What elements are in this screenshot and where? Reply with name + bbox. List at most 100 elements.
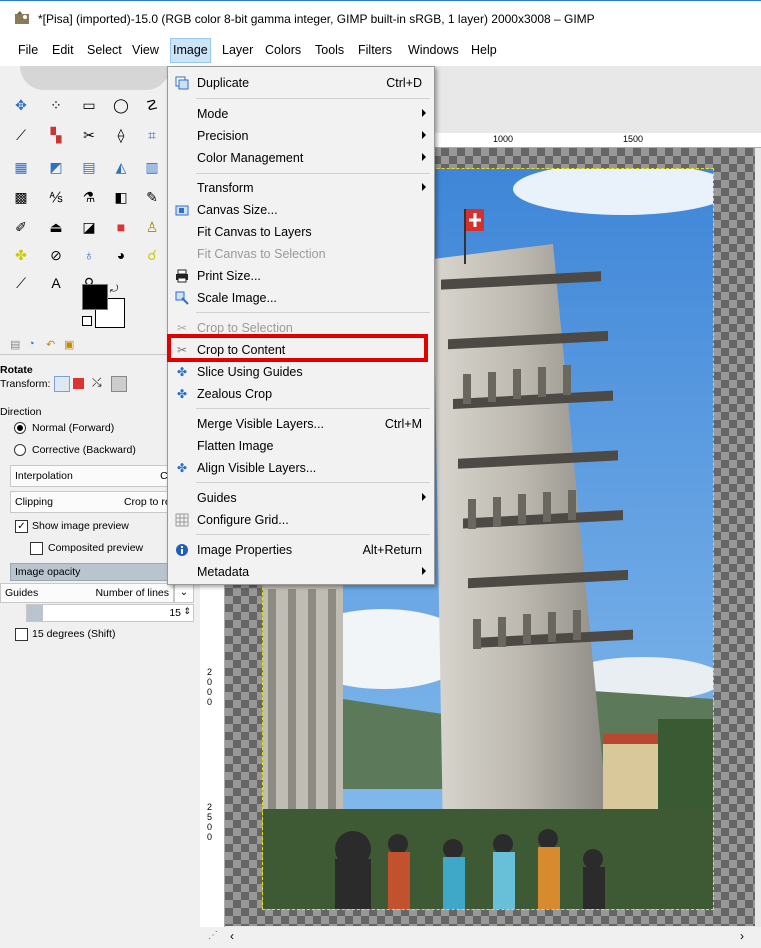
menu-item-print-size[interactable]: Print Size...	[168, 265, 434, 287]
spinner-arrows-icon[interactable]: ⇕	[183, 606, 191, 617]
bucket-fill-icon[interactable]: ⚗	[80, 188, 98, 206]
flip-tool-icon[interactable]: ▥	[143, 158, 161, 176]
device-status-tab-icon[interactable]: ◔	[28, 338, 35, 350]
fuzzy-select-icon[interactable]: ⟋	[12, 126, 30, 144]
printer-icon	[175, 269, 189, 283]
free-select-icon[interactable]: ☡	[143, 96, 161, 114]
direction-corrective-radio[interactable]	[14, 444, 26, 456]
scissors-icon[interactable]: ✂	[80, 126, 98, 144]
perspective-tool-icon[interactable]: ◭	[112, 158, 130, 176]
default-colors-icon[interactable]	[82, 316, 92, 326]
text-a-icon[interactable]: A	[47, 274, 65, 292]
menu-edit[interactable]: Edit	[52, 43, 74, 57]
menu-item-zealous-crop[interactable]: ✤ Zealous Crop	[168, 383, 434, 405]
transform-layer-icon[interactable]	[54, 376, 70, 392]
menu-filters[interactable]: Filters	[358, 43, 392, 57]
menu-layer[interactable]: Layer	[222, 43, 253, 57]
transform-image-icon[interactable]	[111, 376, 127, 392]
composited-preview-checkbox[interactable]	[30, 542, 43, 555]
direction-label: Direction	[0, 406, 42, 418]
menu-help[interactable]: Help	[471, 43, 497, 57]
dodge-burn-icon[interactable]: ♁	[80, 246, 98, 264]
transform-selection-icon[interactable]	[73, 378, 84, 389]
menu-item-label: Transform	[197, 181, 254, 195]
menu-item-canvas-size[interactable]: Canvas Size...	[168, 199, 434, 221]
blend-tool-icon[interactable]: ▩	[12, 188, 30, 206]
scroll-left-icon[interactable]: ‹	[230, 929, 234, 943]
blur-tool-icon[interactable]: ◕	[112, 246, 130, 264]
tool-options-tab-icon[interactable]: ▤	[10, 338, 20, 351]
menu-item-color-management[interactable]: Color Management	[168, 147, 434, 169]
interpolation-combo[interactable]: Interpolation Cubic	[10, 465, 192, 487]
menu-item-transform[interactable]: Transform	[168, 177, 434, 199]
clipping-label: Clipping	[15, 496, 53, 508]
ruler-top-mark-1500: 1500	[623, 134, 644, 144]
menu-view[interactable]: View	[132, 43, 159, 57]
menu-colors[interactable]: Colors	[265, 43, 301, 57]
undo-history-tab-icon[interactable]: ↶	[46, 338, 55, 351]
menu-item-image-properties[interactable]: Image Properties Alt+Return	[168, 539, 434, 561]
crop-icon: ✂	[176, 321, 188, 335]
show-preview-checkbox[interactable]: ✓	[15, 520, 28, 533]
measure-tool-icon[interactable]: ☌	[143, 246, 161, 264]
grid-icon	[175, 513, 189, 527]
rect-select-icon[interactable]: ▭	[80, 96, 98, 114]
ruler-left-digit: 0	[207, 822, 213, 832]
ellipse-select-icon[interactable]: ◯	[112, 96, 130, 114]
menu-item-align-visible-layers[interactable]: ✤ Align Visible Layers...	[168, 457, 434, 479]
menu-item-fit-canvas-to-layers[interactable]: Fit Canvas to Layers	[168, 221, 434, 243]
airbrush-icon[interactable]: ◪	[80, 218, 98, 236]
guides-dropdown-icon[interactable]: ⌄	[174, 583, 194, 603]
smudge-tool-icon[interactable]: ⊘	[47, 246, 65, 264]
menu-item-precision[interactable]: Precision	[168, 125, 434, 147]
menu-item-slice-using-guides[interactable]: ✤ Slice Using Guides	[168, 361, 434, 383]
menu-select[interactable]: Select	[87, 43, 122, 57]
menu-item-metadata[interactable]: Metadata	[168, 561, 434, 583]
ink-tool-icon[interactable]: ■	[112, 218, 130, 236]
fifteen-degrees-checkbox[interactable]	[15, 628, 28, 641]
submenu-arrow-icon	[422, 109, 426, 117]
eraser-icon[interactable]: ⏏	[47, 218, 65, 236]
swap-colors-icon[interactable]: ⤾	[110, 284, 118, 295]
gradient-tool-icon[interactable]: ◧	[112, 188, 130, 206]
heal-tool-icon[interactable]: ✤	[12, 246, 30, 264]
unified-transform-icon[interactable]: ▦	[12, 158, 30, 176]
menu-file[interactable]: File	[18, 43, 38, 57]
foreground-color-swatch[interactable]	[82, 284, 108, 310]
menu-item-mode[interactable]: Mode	[168, 103, 434, 125]
align-tool-icon[interactable]: ⁘	[47, 96, 65, 114]
menu-image[interactable]: Image	[170, 38, 211, 63]
color-select-icon[interactable]: ▚	[47, 126, 65, 144]
text-tool-icon[interactable]: ⅍	[47, 188, 65, 206]
images-tab-icon[interactable]: ▣	[64, 338, 74, 351]
direction-normal-radio[interactable]	[14, 422, 26, 434]
transform-path-icon[interactable]: ⤯	[92, 375, 102, 390]
clone-tool-icon[interactable]: ♙	[143, 218, 161, 236]
menu-tools[interactable]: Tools	[315, 43, 344, 57]
lines-spinner[interactable]: 15 ⇕	[26, 604, 194, 622]
scale-tool-icon[interactable]: ▤	[80, 158, 98, 176]
image-opacity-slider[interactable]: Image opacity 10	[10, 563, 192, 581]
menu-item-duplicate[interactable]: Duplicate Ctrl+D	[168, 72, 434, 94]
paintbrush-icon[interactable]: ✐	[12, 218, 30, 236]
menu-item-guides[interactable]: Guides	[168, 487, 434, 509]
clipping-combo[interactable]: Clipping Crop to result	[10, 491, 192, 513]
horizontal-scrollbar[interactable]: ⋰ ‹ ›	[200, 927, 761, 948]
guides-combo[interactable]: Guides Number of lines	[0, 583, 174, 603]
menu-item-fit-canvas-to-selection[interactable]: Fit Canvas to Selection	[168, 243, 434, 265]
scroll-right-icon[interactable]: ›	[740, 929, 744, 943]
menu-item-label: Print Size...	[197, 269, 261, 283]
menu-item-merge-visible-layers[interactable]: Merge Visible Layers... Ctrl+M	[168, 413, 434, 435]
navigate-icon[interactable]: ⋰	[208, 930, 218, 941]
menu-windows[interactable]: Windows	[408, 43, 459, 57]
color-picker-icon[interactable]: ⟋	[12, 274, 30, 292]
crop-tool-icon[interactable]: ⌗	[143, 126, 161, 144]
lines-spinner-fill	[27, 605, 43, 621]
rotate-tool-icon[interactable]: ◩	[47, 158, 65, 176]
move-tool-icon[interactable]: ✥	[12, 96, 30, 114]
menu-item-configure-grid[interactable]: Configure Grid...	[168, 509, 434, 531]
pencil-tool-icon[interactable]: ✎	[143, 188, 161, 206]
menu-item-flatten-image[interactable]: Flatten Image	[168, 435, 434, 457]
menu-item-scale-image[interactable]: Scale Image...	[168, 287, 434, 309]
paths-icon[interactable]: ⟠	[112, 126, 130, 144]
